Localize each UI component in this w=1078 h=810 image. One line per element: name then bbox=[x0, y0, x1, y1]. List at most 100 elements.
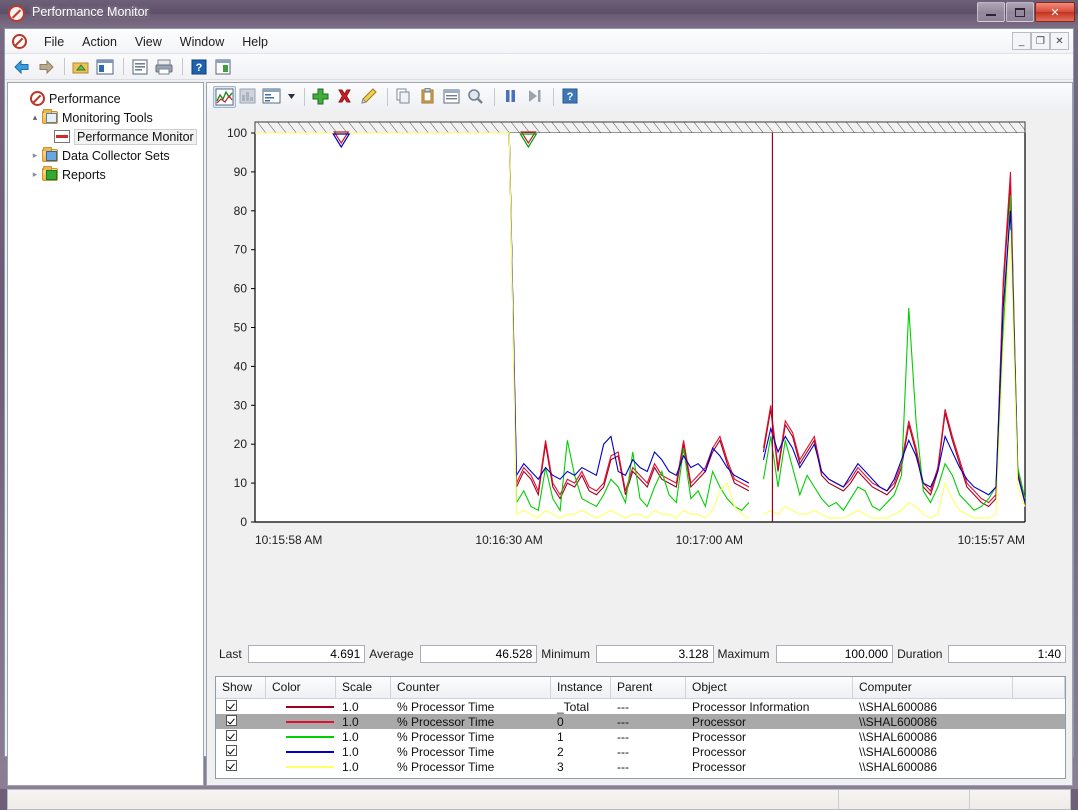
help-icon[interactable]: ? bbox=[188, 56, 210, 78]
status-bar-message bbox=[8, 790, 839, 809]
folder-blue-icon bbox=[42, 149, 58, 162]
copy-properties-button[interactable] bbox=[393, 86, 416, 108]
menu-item-help[interactable]: Help bbox=[233, 32, 277, 52]
stat-label-last: Last bbox=[215, 647, 248, 661]
legend-header-row: Show Color Scale Counter Instance Parent… bbox=[216, 677, 1065, 699]
table-row[interactable]: 1.0% Processor Time_Total---Processor In… bbox=[216, 699, 1065, 714]
svg-text:?: ? bbox=[567, 91, 574, 103]
up-folder-icon[interactable] bbox=[70, 56, 92, 78]
back-icon[interactable] bbox=[11, 56, 33, 78]
stat-value-average: 46.528 bbox=[420, 645, 538, 663]
show-hide-console-tree-icon[interactable] bbox=[94, 56, 116, 78]
show-checkbox-cell[interactable] bbox=[216, 760, 266, 774]
stat-value-maximum: 100.000 bbox=[776, 645, 894, 663]
status-bar-pane-2 bbox=[970, 790, 1070, 809]
expander-expand-icon[interactable]: ▸ bbox=[28, 169, 42, 180]
view-report-button[interactable] bbox=[261, 86, 284, 108]
view-dropdown-button[interactable] bbox=[285, 86, 298, 108]
menu-item-file[interactable]: File bbox=[35, 32, 73, 52]
highlight-button[interactable] bbox=[358, 86, 381, 108]
sidebar-item-reports[interactable]: ▸ Reports bbox=[12, 165, 199, 184]
checkbox-icon[interactable] bbox=[226, 745, 237, 756]
table-row[interactable]: 1.0% Processor Time3---Processor\\SHAL60… bbox=[216, 759, 1065, 774]
x-tick-label: 10:15:58 AM bbox=[255, 533, 322, 547]
table-row[interactable]: 1.0% Processor Time1---Processor\\SHAL60… bbox=[216, 729, 1065, 744]
show-checkbox-cell[interactable] bbox=[216, 715, 266, 729]
delete-counter-button[interactable] bbox=[334, 86, 357, 108]
stat-value-minimum: 3.128 bbox=[596, 645, 714, 663]
print-icon[interactable] bbox=[153, 56, 175, 78]
checkbox-icon[interactable] bbox=[226, 715, 237, 726]
x-tick-label: 10:16:30 AM bbox=[475, 533, 542, 547]
instance-cell: _Total bbox=[551, 700, 611, 714]
status-bar bbox=[7, 789, 1071, 810]
application-window: Performance Monitor ✕ File Action View W… bbox=[0, 0, 1078, 789]
paste-counter-list-button[interactable] bbox=[417, 86, 440, 108]
menu-item-action[interactable]: Action bbox=[73, 32, 126, 52]
table-row[interactable]: 1.0% Processor Time0---Processor\\SHAL60… bbox=[216, 714, 1065, 729]
window-maximize-button[interactable] bbox=[1006, 2, 1034, 22]
column-header-instance[interactable]: Instance bbox=[551, 677, 611, 698]
column-header-computer[interactable]: Computer bbox=[853, 677, 1013, 698]
expander-collapse-icon[interactable]: ▴ bbox=[28, 112, 42, 123]
mdi-minimize-button[interactable]: _ bbox=[1012, 32, 1031, 50]
computer-cell: \\SHAL600086 bbox=[853, 745, 1013, 759]
y-tick-label: 60 bbox=[234, 282, 248, 296]
show-checkbox-cell[interactable] bbox=[216, 730, 266, 744]
counter-cell: % Processor Time bbox=[391, 745, 551, 759]
column-header-color[interactable]: Color bbox=[266, 677, 336, 698]
mdi-close-button[interactable]: ✕ bbox=[1050, 32, 1069, 50]
menu-item-window[interactable]: Window bbox=[171, 32, 233, 52]
menu-items: File Action View Window Help bbox=[35, 29, 277, 54]
mdi-restore-button[interactable]: ❐ bbox=[1031, 32, 1050, 50]
column-header-show[interactable]: Show bbox=[216, 677, 266, 698]
window-close-button[interactable]: ✕ bbox=[1035, 2, 1075, 22]
menu-bar: File Action View Window Help _ ❐ ✕ bbox=[5, 29, 1073, 54]
column-header-parent[interactable]: Parent bbox=[611, 677, 686, 698]
checkbox-icon[interactable] bbox=[226, 700, 237, 711]
performance-monitor-icon bbox=[8, 5, 25, 22]
properties-icon[interactable] bbox=[129, 56, 151, 78]
scale-cell: 1.0 bbox=[336, 715, 391, 729]
instance-cell: 3 bbox=[551, 760, 611, 774]
column-header-filler bbox=[1013, 677, 1065, 698]
object-cell: Processor bbox=[686, 745, 853, 759]
sidebar-item-data-collector-sets[interactable]: ▸ Data Collector Sets bbox=[12, 146, 199, 165]
table-row[interactable]: 1.0% Processor Time2---Processor\\SHAL60… bbox=[216, 744, 1065, 759]
column-header-object[interactable]: Object bbox=[686, 677, 853, 698]
sidebar-item-performance[interactable]: Performance bbox=[12, 89, 199, 108]
freeze-display-button[interactable] bbox=[500, 86, 523, 108]
parent-cell: --- bbox=[611, 715, 686, 729]
properties-button[interactable] bbox=[441, 86, 464, 108]
series-color-swatch bbox=[286, 751, 334, 753]
show-checkbox-cell[interactable] bbox=[216, 700, 266, 714]
zoom-button[interactable] bbox=[465, 86, 488, 108]
show-checkbox-cell[interactable] bbox=[216, 745, 266, 759]
series-color-swatch bbox=[286, 706, 334, 708]
new-window-icon[interactable] bbox=[212, 56, 234, 78]
checkbox-icon[interactable] bbox=[226, 760, 237, 771]
counter-legend[interactable]: Show Color Scale Counter Instance Parent… bbox=[215, 676, 1066, 779]
instance-cell: 0 bbox=[551, 715, 611, 729]
color-swatch-cell bbox=[266, 730, 336, 744]
chart-canvas[interactable]: 010203040506070809010010:15:58 AM10:16:3… bbox=[207, 110, 1072, 580]
add-counter-button[interactable] bbox=[310, 86, 333, 108]
help-button[interactable]: ? bbox=[559, 86, 582, 108]
update-data-button[interactable] bbox=[524, 86, 547, 108]
expander-expand-icon[interactable]: ▸ bbox=[28, 150, 42, 161]
checkbox-icon[interactable] bbox=[226, 730, 237, 741]
sidebar-item-monitoring-tools[interactable]: ▴ Monitoring Tools bbox=[12, 108, 199, 127]
performance-chart[interactable]: 010203040506070809010010:15:58 AM10:16:3… bbox=[207, 110, 1072, 680]
y-tick-label: 30 bbox=[234, 398, 248, 412]
menu-item-view[interactable]: View bbox=[126, 32, 171, 52]
column-header-scale[interactable]: Scale bbox=[336, 677, 391, 698]
object-cell: Processor bbox=[686, 760, 853, 774]
view-histogram-button[interactable] bbox=[237, 86, 260, 108]
forward-icon[interactable] bbox=[35, 56, 57, 78]
window-minimize-button[interactable] bbox=[977, 2, 1005, 22]
counter-cell: % Processor Time bbox=[391, 715, 551, 729]
view-graph-button[interactable] bbox=[213, 86, 236, 108]
column-header-counter[interactable]: Counter bbox=[391, 677, 551, 698]
color-swatch-cell bbox=[266, 715, 336, 729]
sidebar-item-performance-monitor[interactable]: Performance Monitor bbox=[12, 127, 199, 146]
